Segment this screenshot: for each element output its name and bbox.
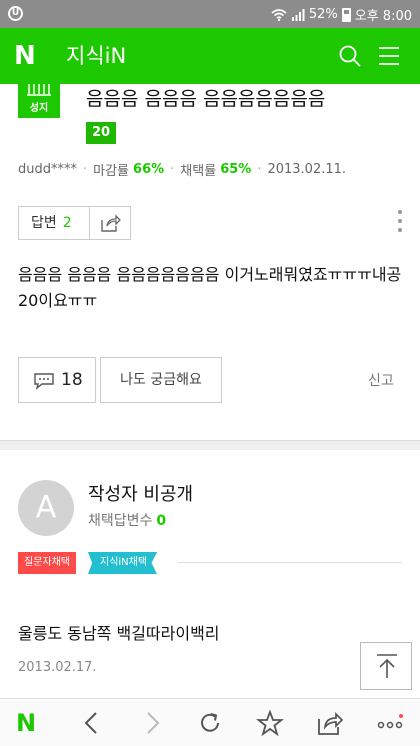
comments-button[interactable]: 18 (18, 357, 96, 403)
question-date: 2013.02.11. (267, 162, 347, 177)
question-body: 음음음 음음음 음음음음음음음 이거노래뭐였죠ㅠㅠㅠ내공20이요ㅠㅠ (18, 265, 402, 310)
app-header: N 지식iN (0, 28, 420, 84)
refresh-icon[interactable] (196, 709, 224, 737)
share-icon (101, 214, 121, 232)
answers-label: 답변 (31, 215, 57, 231)
deadline-label: 마감률 (93, 164, 130, 179)
naver-logo[interactable]: N (14, 42, 42, 70)
badge-label: 성지 (29, 103, 49, 114)
question-badge: 성지 (18, 84, 60, 118)
comment-icon (34, 373, 54, 390)
status-right: 52% 오후 8:00 (271, 5, 412, 24)
adopted-answer-count: 채택답변수 0 (88, 510, 166, 530)
adopt-rate: 65% (220, 162, 252, 177)
jisik-adopted-tag: 지식iN채택 (88, 552, 158, 574)
answers-count: 2 (62, 215, 72, 231)
app-notification-icon: U (8, 6, 23, 21)
points-badge: 20 (86, 122, 117, 144)
answers-button[interactable]: 답변 2 (18, 206, 90, 240)
report-link[interactable]: 신고 (368, 370, 394, 390)
battery-percent: 52% (308, 7, 338, 22)
adopted-count: 0 (156, 513, 167, 529)
share-button[interactable] (89, 206, 131, 240)
separator-dot: · (257, 162, 262, 177)
answer-author: 작성자 비공개 (88, 484, 194, 505)
star-icon[interactable] (256, 709, 284, 737)
question-title: 음음음 음음음 음음음음음음음 (86, 88, 326, 110)
me-too-button[interactable]: 나도 궁금해요 (100, 357, 222, 403)
separator-dot: · (170, 162, 175, 177)
scroll-top-button[interactable] (360, 642, 412, 690)
comments-count: 18 (61, 370, 83, 390)
home-button[interactable]: N (16, 709, 44, 737)
browser-toolbar: N (0, 698, 420, 746)
clock: 오후 8:00 (354, 9, 412, 24)
section-divider (0, 440, 420, 450)
more-icon[interactable] (396, 208, 404, 234)
answer-body: 울릉도 동남쪽 백길따라이백리 (18, 624, 220, 643)
arrow-up-icon (377, 654, 397, 678)
more-icon[interactable] (376, 709, 404, 737)
separator-dot: · (83, 162, 88, 177)
shrine-icon (27, 84, 51, 96)
battery-icon (341, 7, 351, 22)
back-icon[interactable] (78, 709, 106, 737)
adopt-label: 채택률 (180, 164, 217, 179)
status-bar: U 52% 오후 8:00 (0, 0, 420, 28)
share-icon[interactable] (316, 709, 344, 737)
asker-adopted-tag: 질문자채택 (18, 552, 76, 574)
tag-divider (178, 562, 402, 563)
signal-icon (291, 8, 305, 21)
wifi-icon (271, 8, 287, 21)
deadline-rate: 66% (133, 162, 165, 177)
menu-icon[interactable] (378, 46, 400, 66)
answer-date: 2013.02.17. (18, 660, 97, 675)
adopted-label: 채택답변수 (88, 513, 153, 529)
question-meta: dudd**** · 마감률 66% · 채택률 65% · 2013.02.1… (18, 160, 346, 179)
search-icon[interactable] (338, 44, 362, 68)
question-author[interactable]: dudd**** (18, 162, 77, 177)
avatar: A (18, 480, 74, 536)
app-title[interactable]: 지식iN (66, 42, 126, 70)
forward-icon[interactable] (138, 709, 166, 737)
